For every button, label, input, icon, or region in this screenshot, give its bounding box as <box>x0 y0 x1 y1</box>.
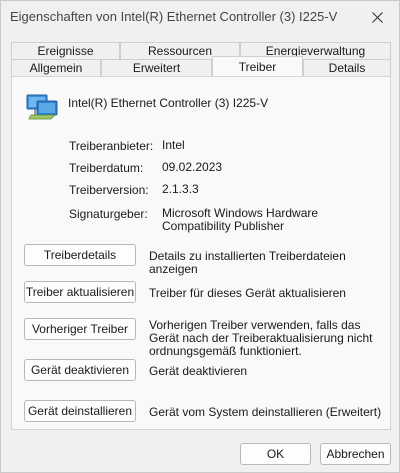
network-adapter-icon <box>25 91 59 124</box>
rollback-driver-button[interactable]: Vorheriger Treiber <box>24 318 136 340</box>
window-title: Eigenschaften von Intel(R) Ethernet Cont… <box>10 9 338 24</box>
prop-label-treiberversion: Treiberversion: <box>69 183 149 197</box>
prop-value-treiberanbieter: Intel <box>162 138 185 152</box>
prop-label-treiberanbieter: Treiberanbieter: <box>69 139 154 153</box>
uninstall-device-button[interactable]: Gerät deinstallieren <box>24 400 136 422</box>
tab-treiber[interactable]: Treiber <box>212 56 303 76</box>
tab-row-front: Allgemein Erweitert Treiber Details <box>11 56 391 76</box>
tab-details[interactable]: Details <box>303 59 391 76</box>
prop-label-treiberdatum: Treiberdatum: <box>69 161 144 175</box>
driver-details-button[interactable]: Treiberdetails <box>24 244 136 266</box>
disable-device-button[interactable]: Gerät deaktivieren <box>24 359 136 381</box>
prop-value-treiberversion: 2.1.3.3 <box>162 182 199 196</box>
properties-dialog: Eigenschaften von Intel(R) Ethernet Cont… <box>0 0 400 473</box>
device-name: Intel(R) Ethernet Controller (3) I225-V <box>68 96 269 110</box>
prop-value-signaturgeber: Microsoft Windows Hardware Compatibility… <box>162 206 319 233</box>
prop-label-signaturgeber: Signaturgeber: <box>69 207 148 221</box>
uninstall-device-description: Gerät vom System deinstallieren (Erweite… <box>149 405 382 419</box>
close-icon <box>371 11 383 23</box>
tab-allgemein[interactable]: Allgemein <box>11 59 101 76</box>
cancel-button[interactable]: Abbrechen <box>320 443 391 465</box>
ok-button[interactable]: OK <box>240 443 311 465</box>
tab-row-back: Ereignisse Ressourcen Energieverwaltung <box>11 42 391 59</box>
driver-details-description: Details zu installierten Treiberdateien … <box>149 249 346 276</box>
update-driver-button[interactable]: Treiber aktualisieren <box>24 281 136 303</box>
driver-tab-panel: Intel(R) Ethernet Controller (3) I225-V … <box>11 76 391 430</box>
close-button[interactable] <box>363 5 391 29</box>
title-bar[interactable]: Eigenschaften von Intel(R) Ethernet Cont… <box>1 1 399 33</box>
tab-erweitert[interactable]: Erweitert <box>101 59 212 76</box>
tab-ereignisse[interactable]: Ereignisse <box>11 42 120 59</box>
update-driver-description: Treiber für dieses Gerät aktualisieren <box>149 286 346 300</box>
rollback-driver-description: Vorherigen Treiber verwenden, falls das … <box>149 318 373 358</box>
prop-value-treiberdatum: 09.02.2023 <box>162 160 223 174</box>
disable-device-description: Gerät deaktivieren <box>149 364 248 378</box>
